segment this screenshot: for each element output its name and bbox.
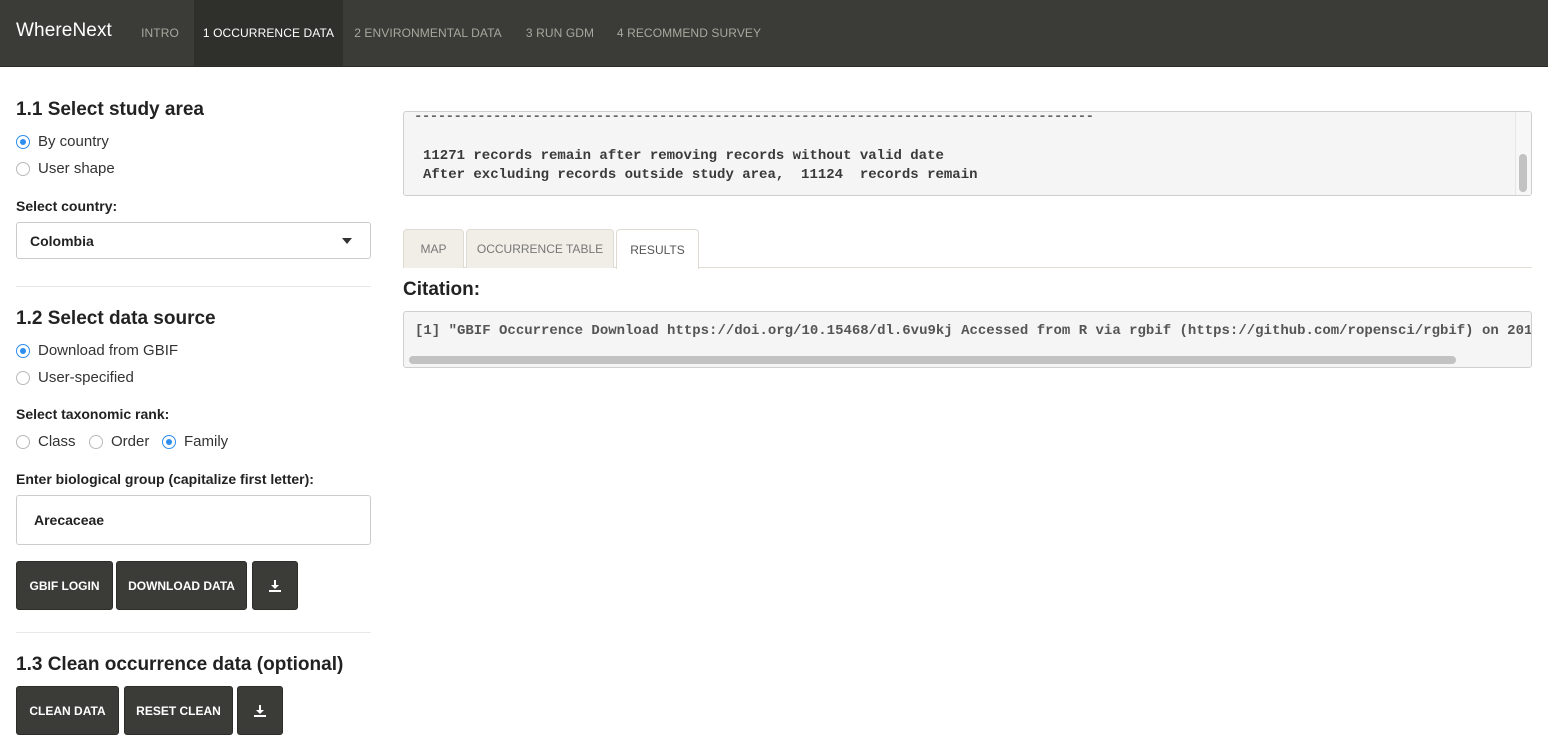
tab-occurrence-table[interactable]: OCCURRENCE TABLE — [466, 229, 614, 268]
radio-rank-family[interactable]: Family — [162, 433, 228, 450]
save-cleaned-button[interactable] — [237, 686, 283, 735]
radio-unchecked-icon[interactable] — [89, 434, 103, 449]
radio-label: Order — [111, 433, 150, 450]
country-select[interactable]: Colombia — [16, 222, 371, 259]
radio-unchecked-icon[interactable] — [16, 161, 30, 176]
console-line: 11271 records remain after removing reco… — [423, 148, 944, 164]
taxonomic-rank-label: Select taxonomic rank: — [16, 406, 170, 422]
country-select-value: Colombia — [30, 233, 94, 249]
radio-label: User-specified — [38, 369, 134, 386]
radio-label: Family — [184, 433, 229, 450]
clean-data-button[interactable]: CLEAN DATA — [16, 686, 119, 735]
chevron-down-icon — [342, 238, 352, 244]
radio-rank-order[interactable]: Order — [89, 433, 149, 450]
radio-unchecked-icon[interactable] — [16, 370, 30, 385]
radio-unchecked-icon[interactable] — [16, 434, 30, 449]
section-divider — [16, 286, 371, 287]
citation-text: [1] "GBIF Occurrence Download https://do… — [415, 323, 1532, 339]
nav-tab-recommend-survey[interactable]: 4 RECOMMEND SURVEY — [609, 0, 769, 66]
nav-tab-intro[interactable]: INTRO — [128, 0, 192, 66]
nav-tab-run-gdm[interactable]: 3 RUN GDM — [514, 0, 606, 66]
select-country-label: Select country: — [16, 198, 118, 214]
console-line: After excluding records outside study ar… — [423, 167, 978, 183]
radio-checked-icon[interactable] — [16, 134, 30, 149]
citation-heading: Citation: — [403, 279, 481, 300]
radio-label: Class — [38, 433, 76, 450]
radio-by-country[interactable]: By country — [16, 133, 109, 150]
download-data-button[interactable]: DOWNLOAD DATA — [116, 561, 247, 610]
console-scrollbar[interactable] — [1515, 112, 1531, 195]
tab-results[interactable]: RESULTS — [616, 229, 699, 269]
radio-label: Download from GBIF — [38, 342, 179, 359]
radio-download-from-gbif[interactable]: Download from GBIF — [16, 342, 178, 359]
nav-tab-environmental-data[interactable]: 2 ENVIRONMENTAL DATA — [344, 0, 512, 66]
radio-user-specified[interactable]: User-specified — [16, 369, 134, 386]
save-occurrence-button[interactable] — [252, 561, 298, 610]
radio-label: By country — [38, 133, 109, 150]
nav-tab-occurrence-data[interactable]: 1 OCCURRENCE DATA — [194, 0, 343, 66]
citation-output[interactable]: [1] "GBIF Occurrence Download https://do… — [403, 311, 1532, 368]
reset-clean-button[interactable]: RESET CLEAN — [124, 686, 233, 735]
section-divider — [16, 632, 371, 633]
biological-group-input[interactable]: Arecaceae — [16, 495, 371, 545]
radio-user-shape[interactable]: User shape — [16, 160, 115, 177]
download-icon — [254, 704, 266, 717]
console-separator: ----------------------------------------… — [414, 111, 1094, 125]
section-heading-study-area: 1.1 Select study area — [16, 99, 204, 120]
section-heading-data-source: 1.2 Select data source — [16, 308, 216, 329]
gbif-login-button[interactable]: GBIF LOGIN — [16, 561, 113, 610]
download-icon — [269, 579, 281, 592]
navbar: WhereNext INTRO 1 OCCURRENCE DATA 2 ENVI… — [0, 0, 1548, 67]
radio-label: User shape — [38, 160, 115, 177]
citation-scrollbar-thumb[interactable] — [409, 356, 1456, 364]
console-scrollbar-thumb[interactable] — [1519, 154, 1527, 192]
console-output[interactable]: ----------------------------------------… — [403, 111, 1532, 196]
section-heading-clean-data: 1.3 Clean occurrence data (optional) — [16, 654, 344, 675]
app-brand[interactable]: WhereNext — [16, 20, 112, 42]
biological-group-label: Enter biological group (capitalize first… — [16, 471, 314, 487]
tab-map[interactable]: MAP — [403, 229, 464, 268]
radio-checked-icon[interactable] — [16, 343, 30, 358]
radio-rank-class[interactable]: Class — [16, 433, 76, 450]
radio-checked-icon[interactable] — [162, 434, 176, 449]
biological-group-value: Arecaceae — [34, 512, 105, 528]
